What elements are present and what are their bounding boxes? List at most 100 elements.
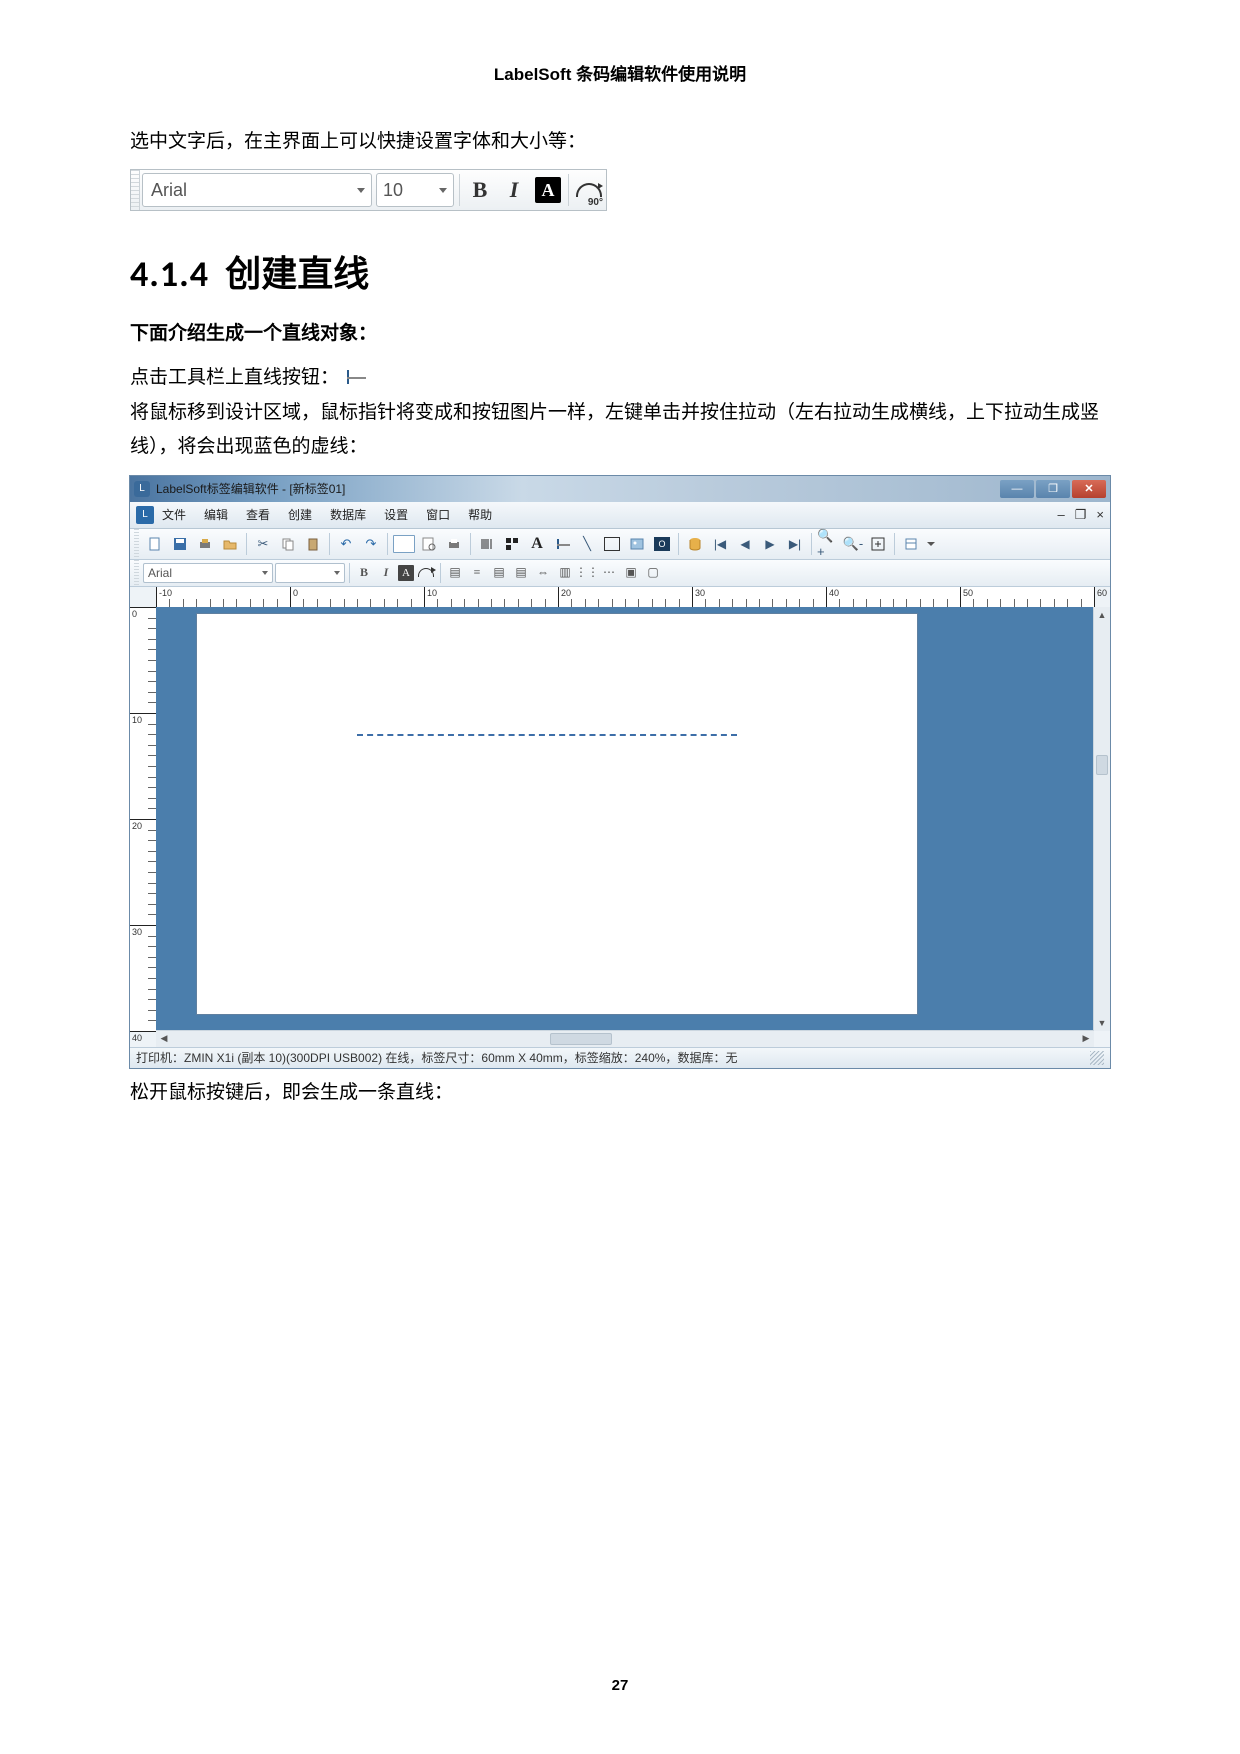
rotate-90-button[interactable]: 90° [572, 170, 606, 210]
image-button[interactable] [626, 533, 648, 555]
app-icon: L [134, 481, 150, 497]
diagonal-button[interactable]: ╲ [576, 533, 598, 555]
copy-button[interactable] [277, 533, 299, 555]
preview-button[interactable] [418, 533, 440, 555]
bold-button[interactable]: B [354, 563, 374, 583]
paragraph-1: 选中文字后，在主界面上可以快捷设置字体和大小等： [130, 125, 1110, 159]
menu-view[interactable]: 查看 [246, 506, 270, 523]
separator [568, 174, 569, 206]
font-name-combo[interactable]: Arial [142, 173, 372, 207]
menu-settings[interactable]: 设置 [384, 506, 408, 523]
invert-button[interactable]: A [398, 565, 414, 581]
scroll-left-icon[interactable]: ◀ [156, 1031, 172, 1047]
status-bar: 打印机：ZMIN X1i (副本 10)(300DPI USB002) 在线，标… [130, 1047, 1110, 1068]
cut-button[interactable]: ✂ [252, 533, 274, 555]
vertical-scrollbar[interactable]: ▲ ▼ [1093, 607, 1110, 1031]
page-number: 27 [0, 1677, 1240, 1694]
zoom-fit-button[interactable] [867, 533, 889, 555]
format-toolbar: Arial B I A ▤ ≡ ▤ ▤ ⇔ ▥ ⋮⋮ ⋯ ▣ ▢ [130, 560, 1110, 587]
new-button[interactable] [144, 533, 166, 555]
mdi-restore[interactable]: ❐ [1075, 507, 1087, 523]
prev-button[interactable]: ◀ [734, 533, 756, 555]
figure-font-toolbar: Arial 10 B I A 90° [130, 169, 607, 211]
maximize-button[interactable]: ❐ [1036, 480, 1070, 498]
save-button[interactable] [169, 533, 191, 555]
align-bottom-button[interactable]: ▥ [555, 563, 575, 583]
chevron-down-icon [334, 571, 340, 575]
font-name-value: Arial [148, 566, 172, 580]
first-button[interactable]: |◀ [709, 533, 731, 555]
paste-button[interactable] [302, 533, 324, 555]
label-canvas[interactable] [196, 613, 918, 1015]
align-middle-button[interactable]: ⇔ [533, 563, 553, 583]
scroll-thumb[interactable] [1096, 755, 1108, 775]
object-button[interactable]: O [651, 533, 673, 555]
font-size-combo[interactable]: 10 [376, 173, 454, 207]
distribute-h-button[interactable]: ⋮⋮ [577, 563, 597, 583]
scroll-down-icon[interactable]: ▼ [1094, 1015, 1110, 1031]
menu-file[interactable]: 文件 [162, 506, 186, 523]
menu-edit[interactable]: 编辑 [204, 506, 228, 523]
print-button[interactable] [194, 533, 216, 555]
font-size-value: 10 [383, 180, 403, 201]
scroll-right-icon[interactable]: ▶ [1078, 1031, 1094, 1047]
last-button[interactable]: ▶| [784, 533, 806, 555]
zoom-out-button[interactable]: 🔍- [842, 533, 864, 555]
barcode-button[interactable] [476, 533, 498, 555]
italic-button[interactable]: I [376, 563, 396, 583]
menu-help[interactable]: 帮助 [468, 506, 492, 523]
horizontal-scrollbar[interactable]: ◀ ▶ [156, 1030, 1094, 1047]
rotate-icon [576, 183, 602, 197]
redo-button[interactable]: ↷ [360, 533, 382, 555]
scroll-up-icon[interactable]: ▲ [1094, 607, 1110, 623]
section-heading: 4.1.4 创建直线 [130, 245, 1110, 297]
next-button[interactable]: ▶ [759, 533, 781, 555]
database-button[interactable] [684, 533, 706, 555]
text-button[interactable]: A [526, 533, 548, 555]
print-setup-button[interactable] [443, 533, 465, 555]
close-button[interactable]: ✕ [1072, 480, 1106, 498]
send-back-button[interactable]: ▢ [643, 563, 663, 583]
menu-window[interactable]: 窗口 [426, 506, 450, 523]
rect-button[interactable] [601, 533, 623, 555]
mdi-close[interactable]: × [1096, 507, 1104, 523]
align-top-button[interactable]: ▤ [511, 563, 531, 583]
mdi-app-icon: L [136, 506, 154, 524]
zoom-in-button[interactable]: 🔍+ [817, 533, 839, 555]
paragraph-toolbutton-text: 点击工具栏上直线按钮： [130, 367, 339, 388]
undo-button[interactable]: ↶ [335, 533, 357, 555]
bring-front-button[interactable]: ▣ [621, 563, 641, 583]
font-name-combo[interactable]: Arial [143, 563, 273, 583]
menubar: L 文件 编辑 查看 创建 数据库 设置 窗口 帮助 – ❐ × [130, 502, 1110, 529]
font-name-value: Arial [151, 180, 187, 201]
canvas-viewport[interactable] [156, 607, 1094, 1031]
scroll-thumb[interactable] [550, 1033, 612, 1045]
align-right-button[interactable]: ▤ [489, 563, 509, 583]
section-title-text: 创建直线 [225, 252, 369, 296]
qrcode-button[interactable] [501, 533, 523, 555]
open-button[interactable] [219, 533, 241, 555]
horizontal-ruler: -100102030405060 [156, 587, 1094, 608]
align-center-button[interactable]: ≡ [467, 563, 487, 583]
line-tool-icon [344, 368, 366, 386]
properties-button[interactable] [900, 533, 922, 555]
paragraph-release: 松开鼠标按键后，即会生成一条直线： [130, 1076, 1110, 1110]
resize-grip-icon[interactable] [1090, 1051, 1104, 1065]
window-title: LabelSoft标签编辑软件 - [新标签01] [156, 480, 345, 497]
distribute-v-button[interactable]: ⋯ [599, 563, 619, 583]
rotate-button[interactable] [416, 563, 436, 583]
menu-database[interactable]: 数据库 [330, 506, 366, 523]
toolbar-grip [131, 170, 140, 210]
drawing-preview-line [357, 734, 737, 736]
toolbar-overflow[interactable] [925, 529, 937, 559]
new-label-button[interactable] [393, 533, 415, 555]
align-left-button[interactable]: ▤ [445, 563, 465, 583]
italic-button[interactable]: I [497, 170, 531, 210]
invert-text-button[interactable]: A [535, 177, 561, 203]
font-size-combo[interactable] [275, 563, 345, 583]
bold-button[interactable]: B [463, 170, 497, 210]
minimize-button[interactable]: — [1000, 480, 1034, 498]
line-button[interactable] [551, 533, 573, 555]
mdi-minimize[interactable]: – [1058, 507, 1065, 523]
menu-create[interactable]: 创建 [288, 506, 312, 523]
